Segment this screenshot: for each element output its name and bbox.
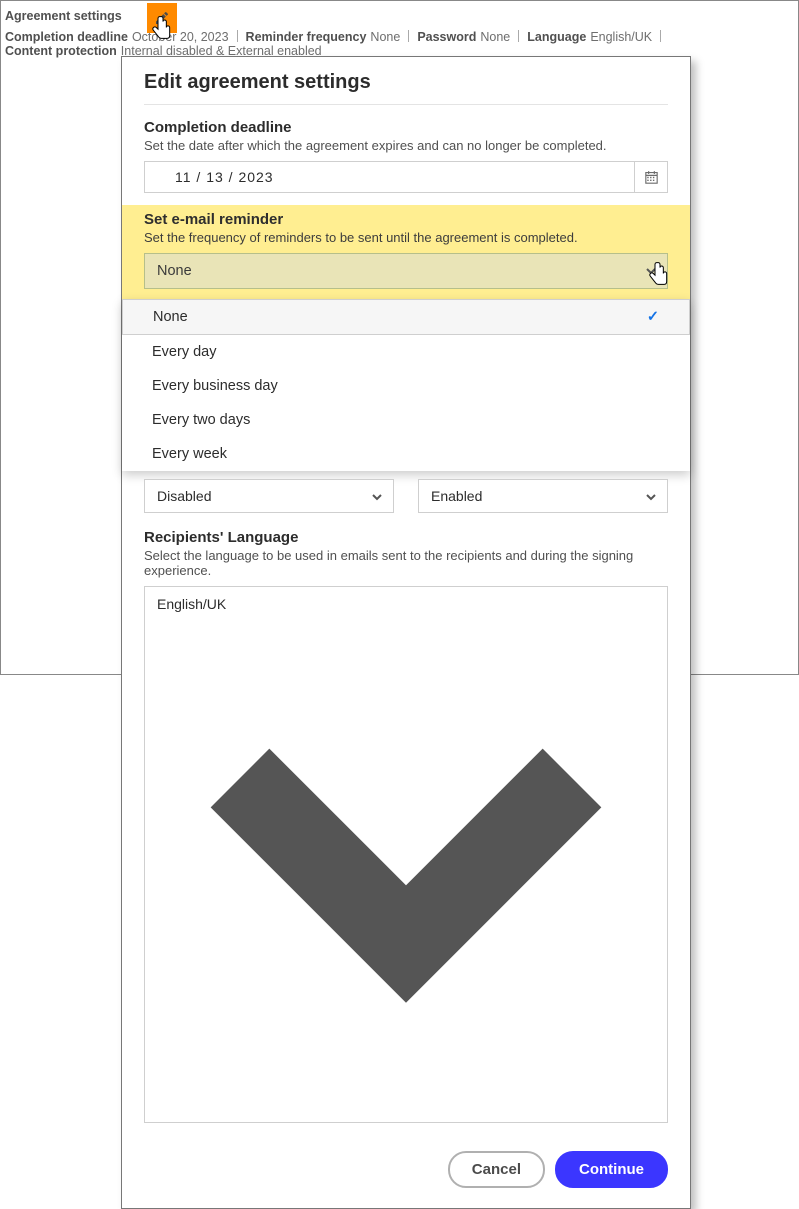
check-icon: ✓ bbox=[647, 309, 659, 325]
section-title: Recipients' Language bbox=[144, 529, 668, 546]
continue-button[interactable]: Continue bbox=[555, 1151, 668, 1188]
dropdown-option-every-day[interactable]: Every day bbox=[122, 335, 690, 369]
dropdown-option-every-two-days[interactable]: Every two days bbox=[122, 403, 690, 437]
edit-agreement-settings-modal: Edit agreement settings Completion deadl… bbox=[121, 56, 691, 1209]
agreement-settings-bar: Agreement settings Completion deadlineOc… bbox=[1, 1, 798, 64]
cancel-button[interactable]: Cancel bbox=[448, 1151, 545, 1188]
modal-footer: Cancel Continue bbox=[144, 1151, 668, 1188]
select-value: None bbox=[157, 263, 192, 279]
calendar-icon bbox=[643, 169, 660, 186]
section-description: Select the language to be used in emails… bbox=[144, 548, 668, 578]
dropdown-option-every-business-day[interactable]: Every business day bbox=[122, 369, 690, 403]
chevron-down-icon bbox=[645, 490, 657, 502]
language-select[interactable]: English/UK bbox=[144, 586, 668, 1123]
section-title: Completion deadline bbox=[144, 119, 668, 136]
dropdown-option-every-week[interactable]: Every week bbox=[122, 437, 690, 471]
divider bbox=[144, 104, 668, 105]
external-protection-select[interactable]: Enabled bbox=[418, 479, 668, 513]
chevron-down-icon bbox=[645, 265, 657, 277]
reminder-frequency-dropdown: None ✓ Every day Every business day Ever… bbox=[122, 299, 690, 471]
chevron-down-icon bbox=[157, 1097, 655, 1113]
reminder-frequency-select[interactable]: None bbox=[144, 253, 668, 289]
completion-deadline-input[interactable]: 11 / 13 / 2023 bbox=[144, 161, 634, 193]
completion-deadline-section: Completion deadline Set the date after w… bbox=[144, 119, 668, 193]
edit-settings-button[interactable] bbox=[147, 3, 177, 33]
section-title: Set e-mail reminder bbox=[144, 211, 668, 228]
internal-protection-select[interactable]: Disabled bbox=[144, 479, 394, 513]
email-reminder-section: Set e-mail reminder Set the frequency of… bbox=[122, 205, 690, 299]
dropdown-option-none[interactable]: None ✓ bbox=[122, 299, 690, 335]
recipients-language-section: Recipients' Language Select the language… bbox=[144, 529, 668, 1123]
chevron-down-icon bbox=[371, 490, 383, 502]
page-title: Agreement settings bbox=[5, 9, 122, 23]
pencil-icon bbox=[154, 10, 170, 26]
protection-row: Disabled Enabled bbox=[144, 479, 668, 513]
calendar-button[interactable] bbox=[634, 161, 668, 193]
section-description: Set the date after which the agreement e… bbox=[144, 138, 668, 153]
modal-title: Edit agreement settings bbox=[144, 71, 668, 94]
section-description: Set the frequency of reminders to be sen… bbox=[144, 230, 668, 245]
